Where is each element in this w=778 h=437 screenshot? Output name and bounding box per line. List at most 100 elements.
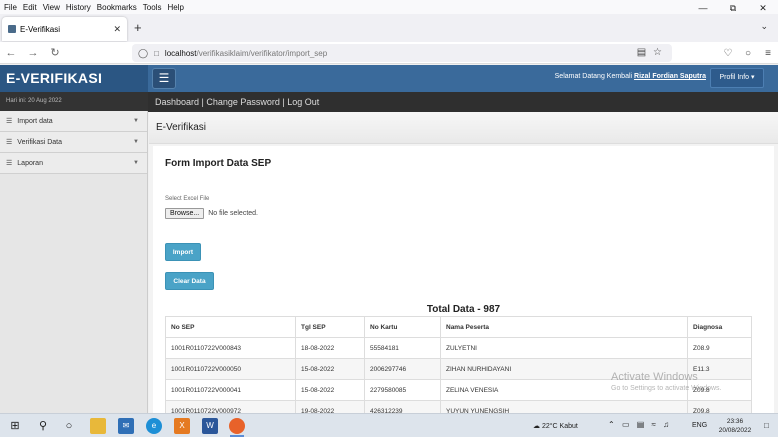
menu-bookmarks[interactable]: Bookmarks [97, 3, 137, 12]
total-data-label: Total Data - 987 [426, 304, 501, 315]
clear-data-button[interactable]: Clear Data [165, 272, 214, 290]
back-icon[interactable]: ← [0, 47, 22, 59]
table-cell: 1001R0110722V000843 [165, 337, 296, 359]
import-button[interactable]: Import [165, 243, 201, 261]
caret-down-icon: ▼ [133, 160, 139, 166]
clock[interactable]: 23:36 20/08/2022 [710, 417, 760, 435]
list-icon: ☰ [6, 160, 13, 167]
page-title: E-Verifikasi [149, 112, 778, 144]
weather-widget[interactable]: ☁ 22°C Kabut [533, 422, 578, 430]
profile-info-button[interactable]: Profil Info ▾ [710, 68, 764, 88]
storage-icon[interactable]: ▤ [637, 420, 645, 429]
bookmark-star-icon[interactable]: ☆ [653, 47, 662, 58]
weather-text: 22°C Kabut [541, 423, 578, 430]
caret-down-icon: ▼ [133, 118, 139, 124]
column-header[interactable]: Nama Peserta [440, 316, 688, 338]
sep-table: No SEP Tgl SEP No Kartu Nama Peserta Dia… [165, 316, 752, 422]
language-indicator[interactable]: ENG [692, 422, 707, 429]
forward-icon[interactable]: → [22, 47, 44, 59]
sidebar-item-import-data[interactable]: ☰ Import data ▼ [0, 111, 147, 132]
sidebar-item-label: Import data [17, 117, 53, 125]
menu-file[interactable]: File [4, 3, 17, 12]
url-path: /verifikasiklaim/verifikator/import_sep [196, 48, 328, 58]
volume-icon[interactable]: ♫ [663, 420, 669, 429]
menu-view[interactable]: View [43, 3, 60, 12]
table-cell: 55584181 [364, 337, 441, 359]
search-icon[interactable]: ⚲ [36, 419, 50, 433]
browser-menubar: File Edit View History Bookmarks Tools H… [0, 0, 778, 14]
table-header-row: No SEP Tgl SEP No Kartu Nama Peserta Dia… [165, 316, 752, 338]
profile-info-label: Profil Info [719, 74, 750, 81]
favicon-icon [8, 25, 16, 33]
page-info-icon[interactable]: □ [154, 49, 159, 58]
tray-chevron-icon[interactable]: ⌃ [608, 420, 615, 429]
table-cell: 2006297746 [364, 358, 441, 380]
table-cell: 15-08-2022 [295, 358, 365, 380]
form-title: Form Import Data SEP [165, 158, 272, 169]
task-view-icon[interactable]: ○ [62, 419, 76, 433]
clock-date: 20/08/2022 [718, 427, 752, 434]
logout-link[interactable]: Log Out [287, 97, 319, 107]
column-header[interactable]: No Kartu [364, 316, 441, 338]
wifi-icon[interactable]: ≈ [652, 420, 656, 429]
menu-help[interactable]: Help [167, 3, 183, 12]
watermark-subtitle: Go to Settings to activate Windows. [611, 385, 722, 392]
top-nav-links: Dashboard | Change Password | Log Out [148, 92, 778, 112]
screen: File Edit View History Bookmarks Tools H… [0, 0, 778, 437]
new-tab-icon[interactable]: + [134, 20, 142, 35]
extensions-icon[interactable]: ○ [738, 48, 758, 59]
url-host: localhost [164, 48, 197, 58]
file-explorer-icon[interactable] [90, 418, 106, 434]
menu-history[interactable]: History [66, 3, 91, 12]
menu-tools[interactable]: Tools [143, 3, 162, 12]
file-input-label: Select Excel File [165, 196, 210, 202]
table-cell: Z08.9 [687, 337, 752, 359]
navigation-bar: ← → ↻ ◯ □ localhost /verifikasiklaim/ver… [0, 42, 778, 64]
taskbar: ⊞ ⚲ ○ ✉ e X W ☁ 22°C Kabut ⌃ ▭ ▤ ≈ ♫ ENG… [0, 413, 778, 437]
column-header[interactable]: Diagnosa [687, 316, 752, 338]
pocket-icon[interactable]: ♡ [718, 48, 738, 59]
main-content: E-Verifikasi Form Import Data SEP Select… [149, 112, 778, 422]
table-cell: 1001R0110722V000041 [165, 379, 296, 401]
notification-icon[interactable]: □ [764, 421, 769, 430]
app-header: E-VERIFIKASI ☰ Selamat Datang Kembali Ri… [0, 65, 778, 92]
sidebar-item-verifikasi-data[interactable]: ☰ Verifikasi Data ▼ [0, 132, 147, 153]
battery-icon[interactable]: ▭ [622, 420, 630, 429]
sidebar: ☰ Import data ▼ ☰ Verifikasi Data ▼ ☰ La… [0, 111, 148, 413]
word-icon[interactable]: W [202, 418, 218, 434]
change-password-link[interactable]: Change Password [206, 97, 280, 107]
mail-icon[interactable]: ✉ [118, 418, 134, 434]
tab-title: E-Verifikasi [20, 24, 61, 34]
firefox-icon[interactable] [229, 418, 245, 434]
table-cell: 15-08-2022 [295, 379, 365, 401]
close-tab-icon[interactable]: ✕ [113, 24, 121, 35]
brand-logo[interactable]: E-VERIFIKASI [0, 65, 148, 92]
clock-time: 23:36 [726, 418, 744, 425]
sidebar-toggle-button[interactable]: ☰ [152, 68, 176, 89]
edge-icon[interactable]: e [146, 418, 162, 434]
menu-edit[interactable]: Edit [23, 3, 37, 12]
browser-tab[interactable]: E-Verifikasi ✕ [2, 17, 127, 41]
reload-icon[interactable]: ↻ [44, 46, 66, 59]
sidebar-item-laporan[interactable]: ☰ Laporan ▼ [0, 153, 147, 174]
date-label: Hari ini: 20 Aug 2022 [0, 92, 148, 111]
xampp-icon[interactable]: X [174, 418, 190, 434]
list-icon: ☰ [6, 139, 13, 146]
windows-start-icon[interactable]: ⊞ [8, 419, 22, 433]
url-bar[interactable]: ◯ □ localhost /verifikasiklaim/verifikat… [132, 44, 672, 62]
welcome-message: Selamat Datang Kembali Rizal Fordian Sap… [555, 73, 706, 80]
column-header[interactable]: Tgl SEP [295, 316, 365, 338]
user-name-link[interactable]: Rizal Fordian Saputra [634, 73, 706, 80]
column-header[interactable]: No SEP [165, 316, 296, 338]
browse-button[interactable]: Browse... [165, 208, 205, 219]
tab-list-chevron-icon[interactable]: ⌄ [760, 21, 768, 32]
list-icon: ☰ [6, 118, 13, 125]
caret-down-icon: ▾ [751, 74, 755, 81]
reader-view-icon[interactable]: ▤ [637, 47, 646, 58]
hamburger-menu-icon[interactable]: ≡ [758, 48, 778, 59]
shield-icon[interactable]: ◯ [138, 48, 148, 59]
table-cell: 18-08-2022 [295, 337, 365, 359]
dashboard-link[interactable]: Dashboard [155, 97, 199, 107]
watermark-title: Activate Windows [611, 371, 698, 383]
table-cell: 2279580085 [364, 379, 441, 401]
